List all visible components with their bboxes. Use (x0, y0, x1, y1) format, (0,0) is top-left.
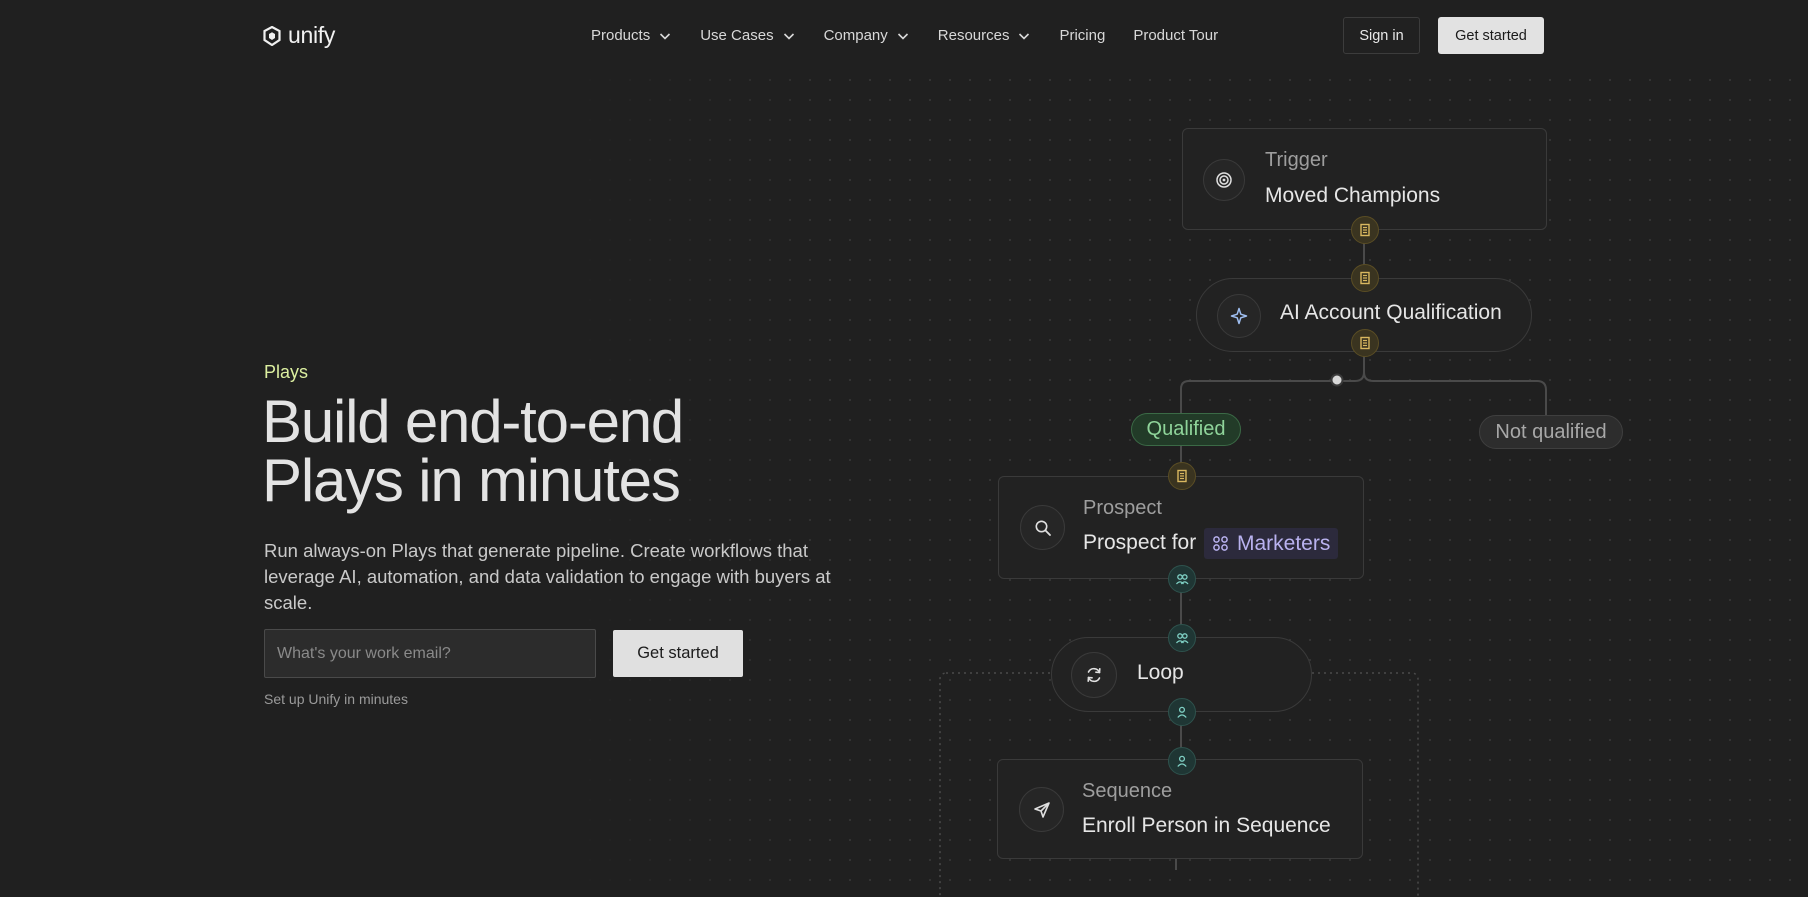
sparkle-icon (1217, 294, 1261, 338)
loop-icon (1071, 652, 1117, 698)
account-port-icon (1168, 462, 1196, 490)
account-port-icon (1351, 216, 1379, 244)
marketers-tag-label: Marketers (1237, 531, 1331, 555)
search-icon (1020, 505, 1065, 550)
people-port-icon (1168, 624, 1196, 652)
sequence-label: Sequence (1082, 780, 1173, 802)
sequence-value: Enroll Person in Sequence (1082, 814, 1331, 837)
trigger-label: Trigger (1265, 149, 1328, 171)
prospect-label: Prospect (1083, 497, 1162, 519)
trigger-card[interactable]: Trigger Moved Champions (1182, 128, 1547, 230)
person-port-icon (1168, 698, 1196, 726)
account-port-icon (1351, 264, 1379, 292)
workflow-diagram: Trigger Moved Champions AI Account Quali… (0, 0, 1808, 897)
account-port-icon (1351, 329, 1379, 357)
prospect-value: Prospect for (1083, 531, 1197, 554)
send-icon (1019, 787, 1064, 832)
qualification-value: AI Account Qualification (1280, 301, 1502, 324)
prospect-card[interactable]: Prospect Prospect for Marketers (998, 476, 1364, 579)
grid-icon (1213, 536, 1228, 551)
loop-value: Loop (1137, 661, 1184, 684)
person-port-icon (1168, 747, 1196, 775)
qualified-badge: Qualified (1131, 413, 1241, 446)
marketers-tag: Marketers (1204, 528, 1339, 559)
not-qualified-badge: Not qualified (1479, 415, 1623, 449)
target-icon (1203, 159, 1245, 201)
people-port-icon (1168, 565, 1196, 593)
trigger-value: Moved Champions (1265, 184, 1441, 207)
